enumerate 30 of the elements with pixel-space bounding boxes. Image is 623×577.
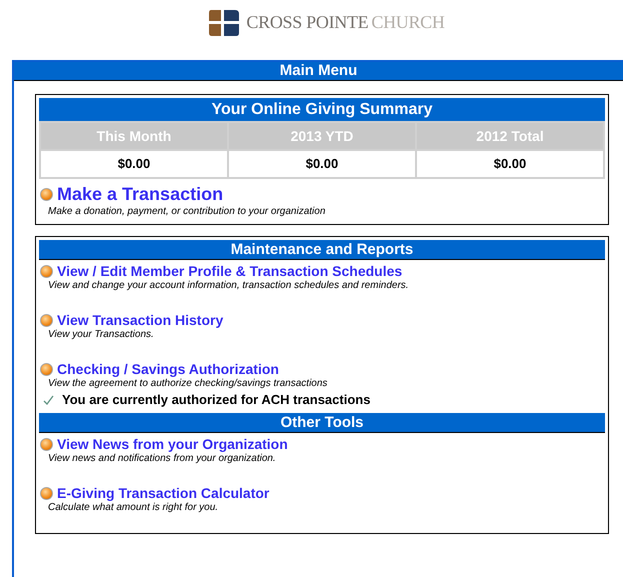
- transaction-link[interactable]: Make a Transaction: [57, 184, 224, 205]
- status-text: You are currently authorized for ACH transactions: [62, 392, 370, 407]
- section-title: Maintenance and Reports: [39, 240, 605, 260]
- menu-link[interactable]: Checking / Savings Authorization: [57, 361, 279, 377]
- link-description: Calculate what amount is right for you.: [48, 502, 220, 513]
- link-description: Make a donation, payment, or contribution to your organization: [48, 206, 326, 217]
- link-description: View and change your account information, transaction schedules and reminders.: [48, 280, 410, 291]
- logo-text: CROSS POINTE: [246, 12, 368, 33]
- menu-link[interactable]: View News from your Organization: [57, 436, 288, 452]
- menu-link[interactable]: E-Giving Transaction Calculator: [57, 485, 270, 501]
- menu-link[interactable]: View / Edit Member Profile & Transaction Schedules: [57, 263, 402, 279]
- table-cell: $0.00: [229, 151, 415, 177]
- logo-text: CHURCH: [371, 12, 445, 33]
- orb-icon: [40, 314, 53, 326]
- panel-title: Main Menu: [14, 62, 623, 81]
- section-title: Your Online Giving Summary: [39, 98, 605, 121]
- section-title: Other Tools: [39, 413, 605, 433]
- orb-icon: [40, 362, 53, 376]
- orb-icon: [40, 486, 53, 500]
- check-icon: [43, 394, 54, 404]
- table-cell: $0.00: [41, 151, 227, 177]
- link-description: View your Transactions.: [48, 329, 155, 340]
- cross-logo-icon: [208, 8, 240, 38]
- link-description: View the agreement to authorize checking/savings transactions: [48, 378, 328, 389]
- link-description: View news and notifications from your organization.: [48, 453, 277, 464]
- menu-link[interactable]: View Transaction History: [57, 312, 224, 328]
- table-cell: $0.00: [417, 151, 603, 177]
- orb-icon: [40, 264, 53, 278]
- orb-icon: [40, 438, 53, 450]
- orb-icon: [40, 188, 53, 201]
